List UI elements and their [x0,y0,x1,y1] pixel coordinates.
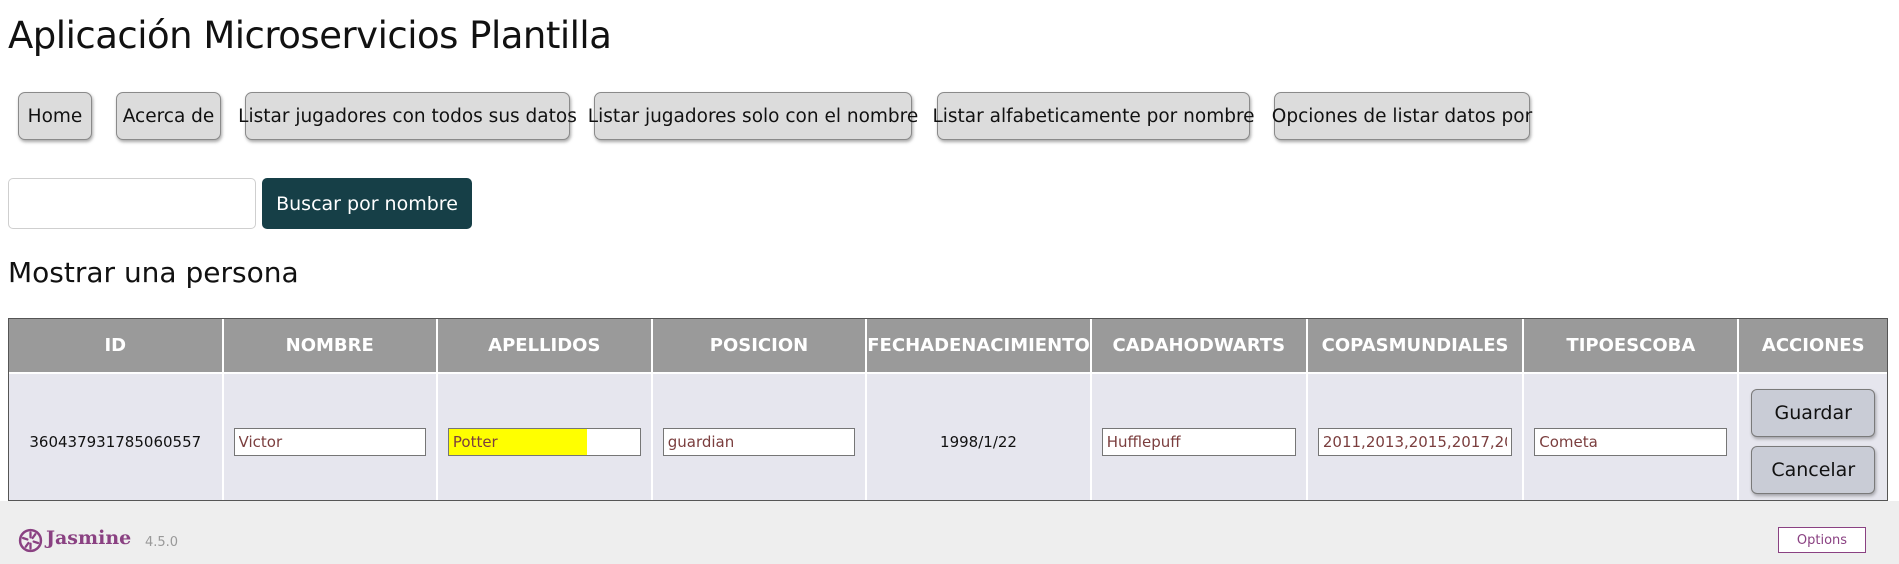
nav-about-button[interactable]: Acerca de [116,92,221,140]
posicion-cell [651,373,868,500]
copas-input[interactable] [1317,427,1513,456]
table-header-row: ID NOMBRE APELLIDOS POSICION FECHADENACI… [9,319,1887,374]
search-input[interactable] [8,178,256,229]
section-title: Mostrar una persona [8,256,299,289]
person-table: ID NOMBRE APELLIDOS POSICION FECHADENACI… [8,318,1888,501]
nav-list-alpha-button[interactable]: Listar alfabeticamente por nombre [932,92,1255,140]
page-title: Aplicación Microservicios Plantilla [8,14,612,57]
acciones-cell: Guardar Cancelar [1738,373,1887,500]
jasmine-version: 4.5.0 [145,535,179,550]
jasmine-footer: Jasmine 4.5.0 Options [0,501,1899,564]
apellidos-cell [436,373,653,500]
id-cell: 360437931785060557 [9,373,224,500]
col-header-apellidos: APELLIDOS [436,319,653,374]
search-button[interactable]: Buscar por nombre [262,178,472,229]
nombre-cell [222,373,438,500]
col-header-fecha: FECHADENACIMIENTO [866,319,1092,374]
col-header-posicion: POSICION [651,319,868,374]
casa-input[interactable] [1101,427,1296,456]
posicion-input[interactable] [662,427,856,456]
nav-options-button[interactable]: Opciones de listar datos por [1272,92,1532,140]
nav-list-all-button[interactable]: Listar jugadores con todos sus datos [238,92,577,140]
col-header-id: ID [9,319,224,374]
apellidos-input[interactable] [447,427,641,456]
col-header-copas: COPASMUNDIALES [1306,319,1525,374]
escoba-cell [1523,373,1740,500]
jasmine-brand: Jasmine [46,527,132,549]
col-header-escoba: TIPOESCOBA [1523,319,1740,374]
nav-list-names-button[interactable]: Listar jugadores solo con el nombre [588,92,918,140]
casa-cell [1090,373,1308,500]
table-row: 360437931785060557 1998/1/22 [9,373,1887,500]
options-button[interactable]: Options [1778,527,1866,553]
nav-home-button[interactable]: Home [18,92,92,140]
col-header-acciones: ACCIONES [1738,319,1887,374]
fecha-cell: 1998/1/22 [866,373,1092,500]
jasmine-logo-icon [18,528,43,553]
col-header-casa: CADAHODWARTS [1090,319,1308,374]
col-header-nombre: NOMBRE [222,319,438,374]
save-button[interactable]: Guardar [1751,389,1876,437]
copas-cell [1306,373,1525,500]
cancel-button[interactable]: Cancelar [1751,446,1876,494]
nombre-input[interactable] [233,427,426,456]
escoba-input[interactable] [1534,427,1728,456]
